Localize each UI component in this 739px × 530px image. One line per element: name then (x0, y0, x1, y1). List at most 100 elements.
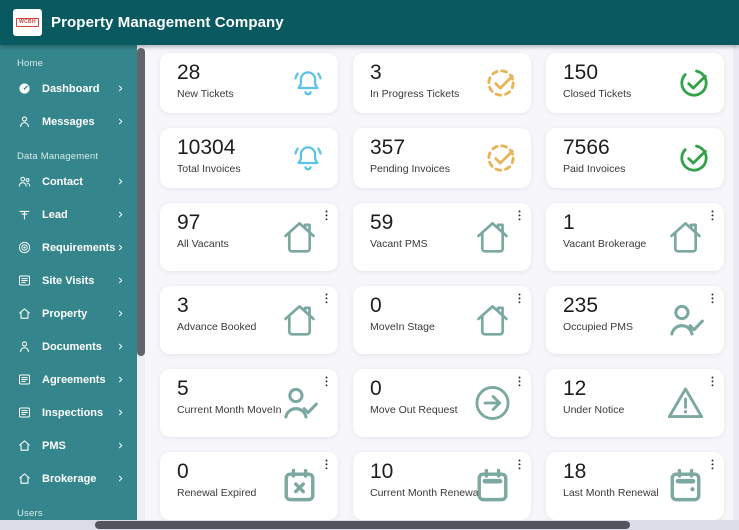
person-check-icon (278, 382, 321, 425)
calendar-bar-icon (471, 465, 514, 508)
sidebar-item-inspections[interactable]: Inspections (0, 396, 138, 429)
calendar-x-icon (278, 465, 321, 508)
card-all-vacants[interactable]: 97 All Vacants (160, 203, 338, 271)
sidebar-item-site-visits[interactable]: Site Visits (0, 264, 138, 297)
sidebar-section-label-data-management: Data Management (17, 151, 99, 162)
cardlist-icon (17, 372, 32, 387)
sidebar-item-property[interactable]: Property (0, 297, 138, 330)
card-renewal-expired[interactable]: 0 Renewal Expired (160, 452, 338, 520)
sidebar-item-documents[interactable]: Documents (0, 330, 138, 363)
home-s-icon (17, 306, 32, 321)
chevron-right-icon (116, 243, 125, 252)
chevron-right-icon (116, 474, 125, 483)
card-move-out-request[interactable]: 0 Move Out Request (353, 369, 531, 437)
sidebar-item-label: Documents (42, 340, 102, 353)
sidebar-section-label-users: Users (17, 508, 43, 519)
sidebar-scrollbar-thumb[interactable] (137, 48, 145, 356)
calendar-dot-icon (664, 465, 707, 508)
kebab-menu-icon[interactable] (320, 208, 333, 223)
sidebar-item-label: PMS (42, 439, 66, 452)
card-in-progress-tickets[interactable]: 3 In Progress Tickets (353, 53, 531, 113)
card-advance-booked[interactable]: 3 Advance Booked (160, 286, 338, 354)
card-pending-invoices[interactable]: 357 Pending Invoices (353, 128, 531, 188)
sidebar: Home Dashboard Messages Data Management Cont… (0, 45, 138, 530)
kebab-menu-icon[interactable] (320, 457, 333, 472)
card-paid-invoices[interactable]: 7566 Paid Invoices (546, 128, 724, 188)
home-icon (278, 299, 321, 342)
kebab-menu-icon[interactable] (320, 291, 333, 306)
warning-icon (664, 382, 707, 425)
sidebar-item-label: Dashboard (42, 82, 100, 95)
horizontal-scrollbar-thumb[interactable] (95, 521, 630, 529)
sidebar-item-agreements[interactable]: Agreements (0, 363, 138, 396)
kebab-menu-icon[interactable] (706, 291, 719, 306)
lead-icon (17, 207, 32, 222)
kebab-menu-icon[interactable] (513, 208, 526, 223)
card-occupied-pms[interactable]: 235 Occupied PMS (546, 286, 724, 354)
sidebar-item-brokerage[interactable]: Brokerage (0, 462, 138, 495)
kebab-menu-icon[interactable] (320, 374, 333, 389)
gauge-icon (17, 81, 32, 96)
person-icon (17, 114, 32, 129)
sidebar-item-label: Inspections (42, 406, 104, 419)
kebab-menu-icon[interactable] (706, 457, 719, 472)
chevron-right-icon (116, 210, 125, 219)
chevron-right-icon (116, 84, 125, 93)
kebab-menu-icon[interactable] (513, 374, 526, 389)
check-circle-icon (677, 141, 711, 175)
card-total-invoices[interactable]: 10304 Total Invoices (160, 128, 338, 188)
main-scrollbar-track[interactable] (733, 45, 739, 520)
card-last-month-renewal[interactable]: 18 Last Month Renewal (546, 452, 724, 520)
kebab-menu-icon[interactable] (513, 457, 526, 472)
card-movein-stage[interactable]: 0 MoveIn Stage (353, 286, 531, 354)
check-circle-icon (677, 66, 711, 100)
check-dashed-icon (484, 141, 518, 175)
home-icon (278, 216, 321, 259)
app-header: WCBH Property Management Company (0, 0, 739, 45)
card-current-month-movein[interactable]: 5 Current Month MoveIn (160, 369, 338, 437)
sidebar-item-dashboard[interactable]: Dashboard (0, 72, 138, 105)
chevron-right-icon (116, 276, 125, 285)
card-current-month-renewal[interactable]: 10 Current Month Renewal (353, 452, 531, 520)
card-vacant-pms[interactable]: 59 Vacant PMS (353, 203, 531, 271)
sidebar-item-messages[interactable]: Messages (0, 105, 138, 138)
company-logo-mark: WCBH (16, 18, 39, 27)
home-s-icon (17, 471, 32, 486)
app-title: Property Management Company (51, 14, 284, 31)
cardlist-icon (17, 405, 32, 420)
horizontal-scrollbar-track[interactable] (0, 520, 739, 530)
kebab-menu-icon[interactable] (513, 291, 526, 306)
stat-cards-grid: 28 New Tickets 3 In Progress Tickets 150 Clos… (160, 53, 739, 520)
dashboard-main: 28 New Tickets 3 In Progress Tickets 150 Clos… (146, 45, 739, 530)
sidebar-item-label: Contact (42, 175, 83, 188)
kebab-menu-icon[interactable] (706, 374, 719, 389)
home-icon (664, 216, 707, 259)
sidebar-item-pms[interactable]: PMS (0, 429, 138, 462)
chevron-right-icon (116, 441, 125, 450)
people-icon (17, 174, 32, 189)
sidebar-item-label: Property (42, 307, 88, 320)
chevron-right-icon (116, 342, 125, 351)
home-icon (471, 299, 514, 342)
chevron-right-icon (116, 375, 125, 384)
sidebar-section-label-home: Home (17, 58, 44, 69)
card-vacant-brokerage[interactable]: 1 Vacant Brokerage (546, 203, 724, 271)
card-closed-tickets[interactable]: 150 Closed Tickets (546, 53, 724, 113)
bell-icon (291, 141, 325, 175)
sidebar-item-requirements[interactable]: Requirements (0, 231, 138, 264)
kebab-menu-icon[interactable] (706, 208, 719, 223)
chevron-right-icon (116, 177, 125, 186)
chevron-right-icon (116, 117, 125, 126)
sidebar-item-lead[interactable]: Lead (0, 198, 138, 231)
chevron-right-icon (116, 408, 125, 417)
card-new-tickets[interactable]: 28 New Tickets (160, 53, 338, 113)
check-dashed-icon (484, 66, 518, 100)
bell-icon (291, 66, 325, 100)
cardlist-icon (17, 273, 32, 288)
sidebar-item-label: Messages (42, 115, 95, 128)
sidebar-item-contact[interactable]: Contact (0, 165, 138, 198)
sidebar-scrollbar-track[interactable] (137, 45, 145, 530)
card-under-notice[interactable]: 12 Under Notice (546, 369, 724, 437)
sidebar-item-label: Lead (42, 208, 68, 221)
sidebar-item-label: Requirements (42, 241, 116, 254)
